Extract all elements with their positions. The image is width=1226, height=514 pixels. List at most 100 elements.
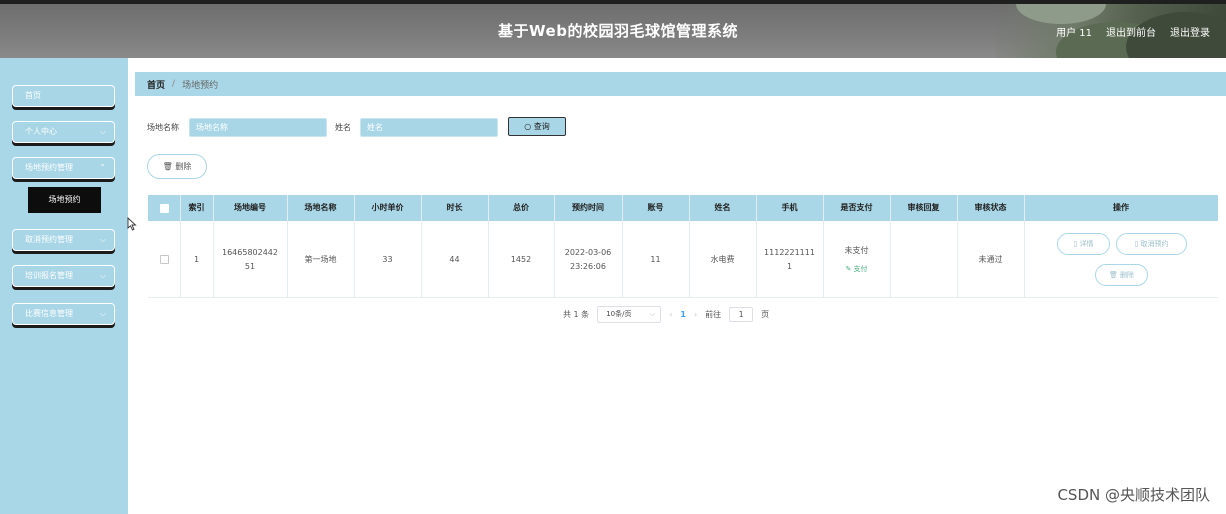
venue-name-label: 场地名称 bbox=[147, 122, 179, 132]
table-cell-status: 未通过 bbox=[957, 221, 1024, 298]
row-delete-button[interactable]: 🗑 删除 bbox=[1095, 264, 1148, 286]
column-header: 是否支付 bbox=[840, 203, 873, 212]
pagination: 共 1 条 10条/页 ⌵ ‹ 1 › 前往 1 页 bbox=[563, 305, 769, 323]
goto-label: 前往 bbox=[705, 309, 722, 319]
sidebar-item-label: 取消预约管理 bbox=[25, 235, 73, 244]
cell-text: 水电费 bbox=[710, 254, 735, 264]
sidebar-item-venue-booking[interactable]: 场地预约管理 ⌃ bbox=[12, 157, 115, 179]
row-checkbox-cell[interactable] bbox=[148, 221, 180, 298]
mouse-cursor-icon bbox=[127, 217, 137, 231]
batch-delete-button[interactable]: 🗑 删除 bbox=[147, 154, 207, 179]
table-cell-duration: 44 bbox=[421, 221, 488, 298]
chevron-down-icon: ⌵ bbox=[99, 309, 106, 318]
sidebar-item-cancel-booking[interactable]: 取消预约管理 ⌵ bbox=[12, 229, 115, 251]
page-size-value: 10条/页 bbox=[606, 309, 632, 318]
breadcrumb-separator: / bbox=[172, 79, 176, 89]
row-checkbox[interactable] bbox=[159, 255, 169, 264]
cell-text: 16465802442 bbox=[222, 247, 278, 257]
column-header: 手机 bbox=[781, 203, 798, 212]
pagination-total: 共 1 条 bbox=[563, 309, 590, 319]
column-header: 审核回复 bbox=[907, 203, 940, 212]
chevron-down-icon: ⌵ bbox=[99, 127, 106, 136]
table-cell-name: 水电费 bbox=[689, 221, 756, 298]
paid-status: 未支付 bbox=[844, 245, 869, 255]
chevron-down-icon: ⌵ bbox=[99, 235, 106, 244]
page-size-select[interactable]: 10条/页 ⌵ bbox=[597, 305, 662, 323]
table-cell-reply bbox=[890, 221, 957, 298]
delete-button-label: 删除 bbox=[175, 162, 192, 171]
sidebar-item-label: 首页 bbox=[25, 91, 41, 100]
sidebar-item-profile[interactable]: 个人中心 ⌵ bbox=[12, 121, 115, 143]
query-button-label: 查询 bbox=[533, 122, 550, 131]
column-header: 场地名称 bbox=[304, 203, 337, 212]
column-header: 索引 bbox=[188, 203, 205, 212]
cell-text: 第一场地 bbox=[304, 254, 337, 264]
cell-text: 1452 bbox=[510, 254, 532, 264]
column-header: 账号 bbox=[647, 203, 664, 212]
table-cell-venue-no: 16465802442 51 bbox=[213, 221, 287, 298]
goto-page-input[interactable]: 1 bbox=[729, 306, 754, 322]
venue-name-input[interactable]: 场地名称 bbox=[189, 117, 327, 137]
breadcrumb-current: 场地预约 bbox=[182, 80, 219, 91]
sidebar-subitem-venue-reservation[interactable]: 场地预约 bbox=[28, 187, 101, 213]
column-header: 时长 bbox=[446, 203, 463, 212]
current-user: 用户 11 bbox=[1056, 27, 1092, 39]
breadcrumb-home[interactable]: 首页 bbox=[147, 78, 165, 91]
header-links: 用户 11 退出到前台 退出登录 bbox=[1056, 4, 1210, 58]
sidebar-item-training[interactable]: 培训报名管理 ⌵ bbox=[12, 265, 115, 287]
table-cell-paid: 未支付 ✎ 支付 bbox=[823, 221, 890, 298]
column-header: 姓名 bbox=[714, 203, 731, 212]
column-header: 小时单价 bbox=[371, 203, 404, 212]
cell-text: 1112221111 bbox=[764, 247, 815, 257]
detail-button[interactable]: ▯ 详情 bbox=[1057, 233, 1110, 255]
select-all-checkbox[interactable] bbox=[159, 203, 169, 213]
cell-text: 2022-03-06 bbox=[564, 247, 612, 257]
column-header: 预约时间 bbox=[572, 203, 604, 212]
column-header: 操作 bbox=[1113, 203, 1129, 212]
name-input[interactable]: 姓名 bbox=[360, 117, 498, 137]
table-cell-total: 1452 bbox=[488, 221, 554, 298]
column-header: 总价 bbox=[513, 203, 529, 212]
table-cell-venue-name: 第一场地 bbox=[287, 221, 354, 298]
query-button[interactable]: ○ 查询 bbox=[508, 117, 566, 136]
chevron-down-icon: ⌵ bbox=[99, 271, 106, 280]
cell-text: 1 bbox=[786, 261, 793, 271]
trash-icon: 🗑 bbox=[162, 162, 173, 171]
column-header: 场地编号 bbox=[234, 203, 266, 212]
sidebar-item-label: 场地预约管理 bbox=[25, 163, 73, 172]
search-icon: ○ bbox=[524, 122, 532, 131]
breadcrumb: 首页 / 场地预约 bbox=[135, 72, 1226, 96]
logout-link[interactable]: 退出登录 bbox=[1170, 24, 1210, 39]
table-cell-account: 11 bbox=[622, 221, 689, 298]
pay-link[interactable]: ✎ 支付 bbox=[845, 262, 867, 276]
select-all-checkbox-cell[interactable] bbox=[148, 195, 180, 221]
table-cell-hourly-price: 33 bbox=[354, 221, 421, 298]
prev-page-icon[interactable]: ‹ bbox=[669, 310, 672, 319]
cell-text: 44 bbox=[449, 254, 460, 264]
cell-text: 未通过 bbox=[978, 254, 1003, 264]
table-cell-index: 1 bbox=[180, 221, 213, 298]
sidebar-item-competition[interactable]: 比赛信息管理 ⌵ bbox=[12, 303, 115, 325]
chevron-down-icon: ⌵ bbox=[649, 309, 656, 318]
page-number-current[interactable]: 1 bbox=[680, 310, 686, 319]
next-page-icon[interactable]: › bbox=[694, 310, 697, 319]
page-suffix: 页 bbox=[761, 309, 770, 319]
search-form: 场地名称 场地名称 姓名 姓名 bbox=[147, 117, 498, 137]
sidebar-item-label: 个人中心 bbox=[25, 127, 57, 136]
back-to-front-link[interactable]: 退出到前台 bbox=[1106, 24, 1156, 39]
sidebar-item-home[interactable]: 首页 bbox=[12, 85, 115, 107]
chevron-up-icon: ⌃ bbox=[99, 163, 106, 172]
cell-text: 1 bbox=[193, 254, 200, 264]
table-cell-time: 2022-03-06 23:26:06 bbox=[554, 221, 622, 298]
sidebar-item-label: 比赛信息管理 bbox=[25, 309, 73, 318]
cell-text: 51 bbox=[244, 261, 256, 271]
table-cell-phone: 1112221111 1 bbox=[756, 221, 823, 298]
cancel-booking-button[interactable]: ▯ 取消预约 bbox=[1116, 233, 1187, 255]
sidebar-item-label: 培训报名管理 bbox=[25, 271, 73, 280]
cell-text: 23:26:06 bbox=[570, 261, 606, 271]
column-header: 审核状态 bbox=[974, 203, 1007, 212]
name-label: 姓名 bbox=[335, 122, 351, 132]
watermark: CSDN @央顺技术团队 bbox=[1057, 486, 1210, 504]
app-header: 基于Web的校园羽毛球馆管理系统 用户 11 退出到前台 退出登录 bbox=[0, 4, 1226, 58]
app-title: 基于Web的校园羽毛球馆管理系统 bbox=[498, 22, 738, 40]
